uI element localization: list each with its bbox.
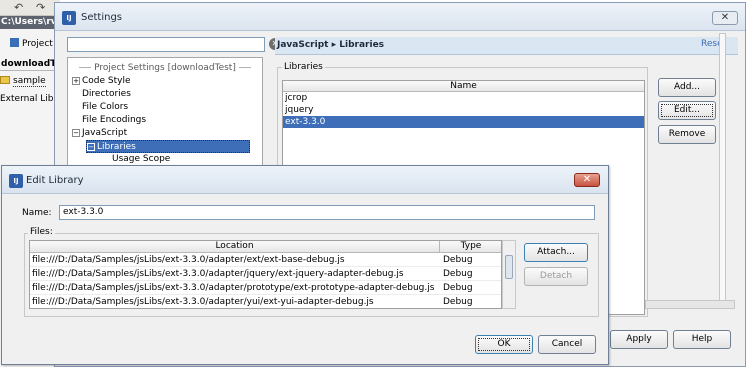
table-row[interactable]: file:///D:/Data/Samples/jsLibs/ext-3.3.0… (30, 281, 501, 295)
project-icon (10, 38, 19, 47)
expand-icon[interactable]: + (72, 77, 80, 85)
scrollbar-thumb[interactable] (505, 255, 513, 279)
help-button[interactable]: Help (673, 330, 731, 349)
detach-button[interactable]: Detach (524, 267, 588, 286)
collapse-icon[interactable]: − (87, 143, 95, 151)
library-row-jquery[interactable]: jquery (283, 104, 644, 116)
library-row-ext[interactable]: ext-3.3.0 (283, 116, 644, 128)
tree-item-label: Libraries (97, 142, 136, 152)
edit-library-titlebar: IJ Edit Library ✕ (2, 166, 608, 194)
cancel-button[interactable]: Cancel (538, 335, 596, 354)
tree-header-text: Project Settings [downloadTest] (94, 63, 236, 73)
settings-scrollbar[interactable] (719, 33, 726, 305)
tree-item-label: JavaScript (82, 128, 128, 138)
horizontal-scrollbar[interactable] (645, 300, 735, 309)
attach-button[interactable]: Attach... (524, 243, 588, 262)
file-location: file:///D:/Data/Samples/jsLibs/ext-3.3.0… (32, 283, 435, 293)
collapse-icon[interactable]: − (72, 129, 80, 137)
tree-item-external-libraries[interactable]: External Libra (0, 92, 60, 106)
library-name-input[interactable]: ext-3.3.0 (59, 205, 595, 220)
project-tab-label: Project (22, 39, 53, 49)
edit-library-title: Edit Library (26, 175, 84, 186)
column-location[interactable]: Location (30, 241, 440, 252)
ide-path: C:\Users\rv (0, 16, 60, 29)
breadcrumb: JavaScript ▸ Libraries (277, 40, 384, 50)
tree-item-directories[interactable]: Directories (82, 88, 131, 101)
file-type: Debug (443, 283, 473, 293)
tree-item-sample[interactable]: sample (0, 74, 46, 88)
tree-item-sample-label: sample (13, 76, 46, 87)
chevron-right-icon: ▸ (331, 40, 337, 50)
tree-item-libraries[interactable]: − Libraries (86, 140, 250, 153)
download-tab[interactable]: downloadTe (0, 57, 60, 71)
ide-toolbar: ↶ ↷ (0, 0, 60, 16)
file-location: file:///D:/Data/Samples/jsLibs/ext-3.3.0… (32, 269, 404, 279)
redo-icon[interactable]: ↷ (36, 1, 45, 14)
files-table-header: Location Type (30, 241, 501, 253)
table-row[interactable]: file:///D:/Data/Samples/jsLibs/ext-3.3.0… (30, 295, 501, 308)
settings-page-header: JavaScript ▸ Libraries Reset (275, 37, 738, 55)
tree-item-label: Code Style (82, 76, 131, 86)
app-logo-icon: IJ (62, 11, 76, 25)
library-row-jcrop[interactable]: jcrop (283, 92, 644, 104)
file-type: Debug (443, 255, 473, 265)
app-logo-icon: IJ (9, 174, 23, 188)
settings-title: Settings (81, 12, 123, 23)
files-legend: Files: (28, 227, 55, 237)
libraries-column-header[interactable]: Name (283, 81, 644, 92)
tree-item-file-encodings[interactable]: File Encodings (82, 114, 146, 127)
file-location: file:///D:/Data/Samples/jsLibs/ext-3.3.0… (32, 255, 345, 265)
ok-button[interactable]: OK (475, 335, 533, 354)
file-type: Debug (443, 269, 473, 279)
tree-item-javascript[interactable]: − JavaScript (72, 127, 127, 140)
edit-button[interactable]: Edit... (658, 101, 716, 120)
close-icon: ✕ (720, 12, 730, 23)
close-icon: ✕ (582, 174, 592, 185)
breadcrumb-section: JavaScript (277, 40, 329, 50)
settings-close-button[interactable]: ✕ (712, 11, 738, 25)
settings-search-input[interactable] (67, 37, 265, 52)
libraries-legend: Libraries (282, 62, 325, 72)
table-row[interactable]: file:///D:/Data/Samples/jsLibs/ext-3.3.0… (30, 253, 501, 267)
column-type[interactable]: Type (441, 241, 501, 252)
files-scrollbar[interactable] (502, 240, 516, 309)
folder-icon (0, 76, 10, 84)
settings-titlebar: IJ Settings ✕ (55, 3, 745, 31)
tree-item-code-style[interactable]: + Code Style (72, 75, 131, 88)
breadcrumb-page: Libraries (339, 40, 385, 50)
edit-library-dialog: IJ Edit Library ✕ Name: ext-3.3.0 Files:… (1, 165, 609, 365)
undo-icon[interactable]: ↶ (14, 1, 23, 14)
add-button[interactable]: Add... (658, 78, 716, 97)
name-label: Name: (22, 208, 52, 218)
project-tab[interactable]: Project (0, 36, 60, 52)
table-row[interactable]: file:///D:/Data/Samples/jsLibs/ext-3.3.0… (30, 267, 501, 281)
edit-library-close-button[interactable]: ✕ (574, 173, 600, 187)
file-type: Debug (443, 297, 473, 307)
files-table: Location Type file:///D:/Data/Samples/js… (29, 240, 502, 309)
settings-tree-header: Project Settings [downloadTest] (68, 63, 262, 73)
remove-button[interactable]: Remove (658, 125, 716, 144)
tree-item-file-colors[interactable]: File Colors (82, 101, 128, 114)
file-location: file:///D:/Data/Samples/jsLibs/ext-3.3.0… (32, 297, 374, 307)
apply-button[interactable]: Apply (610, 330, 668, 349)
